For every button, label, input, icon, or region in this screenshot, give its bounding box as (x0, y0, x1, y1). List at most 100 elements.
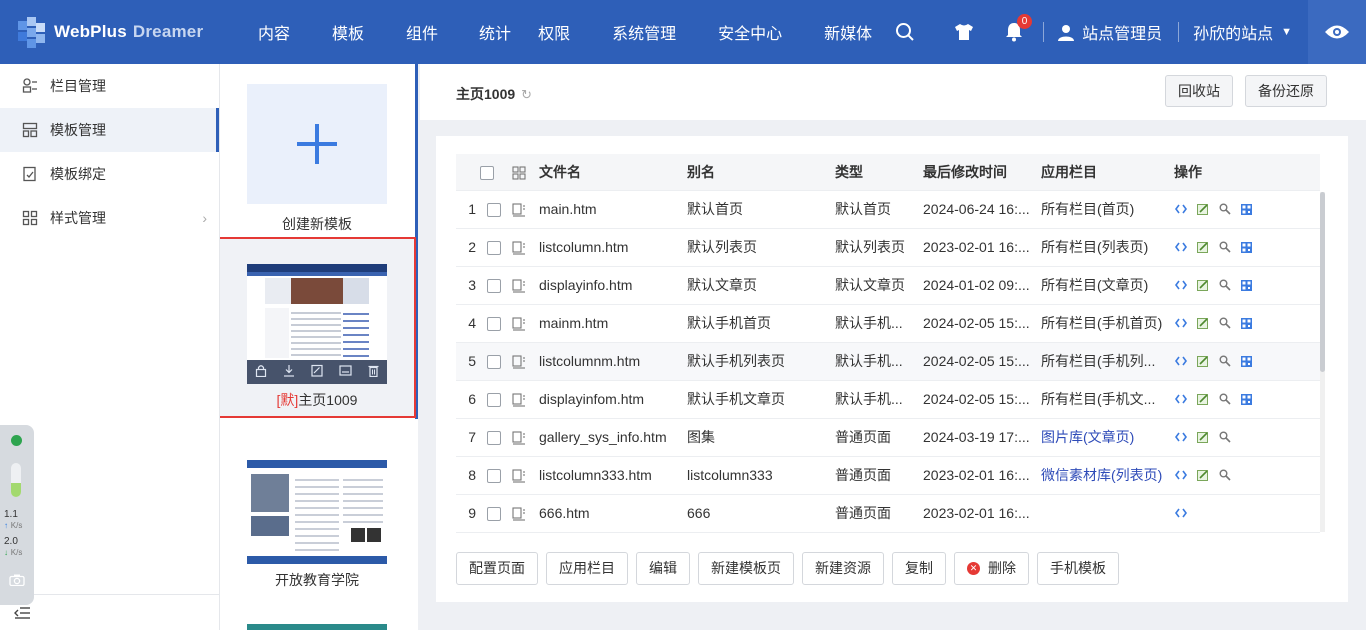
column-header-modified[interactable]: 最后修改时间 (923, 154, 1041, 191)
table-row[interactable]: 7 gallery_sys_info.htm 图集 普通页面 2024-03-19 17… (456, 418, 1320, 457)
edit-icon[interactable] (1196, 203, 1209, 216)
table-row[interactable]: 1 main.htm 默认首页 默认首页 2024-06-24 16:... 所有栏目(首… (456, 190, 1320, 229)
edit-icon[interactable] (1196, 317, 1209, 330)
cell-filename[interactable]: 666.htm (539, 494, 687, 533)
camera-icon[interactable] (9, 573, 25, 587)
code-icon[interactable] (1174, 317, 1187, 330)
table-row[interactable]: 2 listcolumn.htm 默认列表页 默认列表页 2023-02-01 16:.… (456, 228, 1320, 267)
search-icon[interactable] (1218, 279, 1231, 292)
cell-filename[interactable]: displayinfom.htm (539, 380, 687, 419)
row-checkbox[interactable] (487, 507, 501, 522)
nav-item-stats[interactable]: 统计 (479, 20, 511, 44)
cell-filename[interactable]: gallery_sys_info.htm (539, 418, 687, 457)
new-template-page-button[interactable]: 新建模板页 (698, 552, 794, 585)
delete-button[interactable]: ✕ 删除 (954, 552, 1029, 585)
qrcode-icon[interactable] (1240, 317, 1253, 330)
nav-item-security[interactable]: 安全中心 (718, 20, 782, 44)
column-header-type[interactable]: 类型 (835, 154, 923, 191)
recycle-bin-button[interactable]: 回收站 (1165, 75, 1233, 107)
edit-icon[interactable] (1196, 469, 1209, 482)
lock-icon[interactable] (255, 364, 267, 380)
table-row[interactable]: 5 listcolumnm.htm 默认手机列表页 默认手机... 2024-02-05… (456, 342, 1320, 381)
column-header-filename[interactable]: 文件名 (539, 154, 687, 191)
bell-icon[interactable]: 0 (1005, 14, 1033, 42)
search-icon[interactable] (1218, 431, 1231, 444)
select-all-checkbox[interactable] (480, 165, 494, 180)
user-icon[interactable] (1058, 24, 1075, 41)
configure-page-button[interactable]: 配置页面 (456, 552, 538, 585)
column-header-alias[interactable]: 别名 (687, 154, 835, 191)
search-icon[interactable] (1218, 469, 1231, 482)
search-icon[interactable] (1218, 203, 1231, 216)
preview-button[interactable] (1308, 0, 1366, 64)
cell-filename[interactable]: listcolumn333.htm (539, 456, 687, 495)
nav-item-template[interactable]: 模板 (332, 20, 364, 44)
table-row[interactable]: 4 mainm.htm 默认手机首页 默认手机... 2024-02-05 15:...… (456, 304, 1320, 343)
cell-filename[interactable]: mainm.htm (539, 304, 687, 343)
plus-icon[interactable] (247, 84, 387, 204)
table-row[interactable]: 9 666.htm 666 普通页面 2023-02-01 16:... (456, 494, 1320, 533)
row-checkbox[interactable] (487, 355, 501, 370)
cell-filename[interactable]: listcolumn.htm (539, 228, 687, 267)
template-card[interactable]: 开放教育学院 (247, 444, 387, 590)
network-widget[interactable]: 1.1 ↑ K/s 2.0 ↓ K/s (0, 425, 34, 605)
edit-icon[interactable] (1196, 393, 1209, 406)
cell-columns[interactable]: 图片库(文章页) (1041, 418, 1174, 457)
row-checkbox[interactable] (487, 279, 501, 294)
search-icon[interactable] (1218, 241, 1231, 254)
code-icon[interactable] (1174, 241, 1187, 254)
apply-columns-button[interactable]: 应用栏目 (546, 552, 628, 585)
refresh-icon[interactable]: ↻ (521, 87, 532, 103)
qrcode-icon[interactable] (1240, 393, 1253, 406)
code-icon[interactable] (1174, 355, 1187, 368)
edit-icon[interactable] (1196, 431, 1209, 444)
search-icon[interactable] (895, 22, 915, 42)
cell-filename[interactable]: listcolumnm.htm (539, 342, 687, 381)
caret-down-icon[interactable]: ▼ (1281, 26, 1292, 38)
row-checkbox[interactable] (487, 393, 501, 408)
edit-icon[interactable] (1196, 355, 1209, 368)
nav-item-system[interactable]: 系统管理 (612, 20, 676, 44)
row-checkbox[interactable] (487, 469, 501, 484)
column-header-columns[interactable]: 应用栏目 (1041, 154, 1174, 191)
qrcode-icon[interactable] (1240, 279, 1253, 292)
preview-icon[interactable] (339, 364, 352, 380)
sidebar-item-template[interactable]: 模板管理 (0, 108, 219, 152)
search-icon[interactable] (1218, 355, 1231, 368)
qrcode-icon[interactable] (1240, 203, 1253, 216)
qrcode-icon[interactable] (1240, 241, 1253, 254)
code-icon[interactable] (1174, 469, 1187, 482)
cell-filename[interactable]: main.htm (539, 190, 687, 229)
row-checkbox[interactable] (487, 317, 501, 332)
edit-icon[interactable] (1196, 279, 1209, 292)
nav-item-newmedia[interactable]: 新媒体 (824, 20, 872, 44)
table-row[interactable]: 6 displayinfom.htm 默认手机文章页 默认手机... 2024-02-0… (456, 380, 1320, 419)
nav-item-permission[interactable]: 权限 (538, 20, 570, 44)
code-icon[interactable] (1174, 507, 1187, 520)
table-row[interactable]: 8 listcolumn333.htm listcolumn333 普通页面 2023-… (456, 456, 1320, 495)
table-row[interactable]: 3 displayinfo.htm 默认文章页 默认文章页 2024-01-02 09:… (456, 266, 1320, 305)
copy-button[interactable]: 复制 (892, 552, 946, 585)
row-checkbox[interactable] (487, 241, 501, 256)
download-icon[interactable] (283, 364, 295, 380)
sidebar-item-column[interactable]: 栏目管理 (0, 64, 219, 108)
sidebar-item-style[interactable]: 样式管理 › (0, 196, 219, 240)
backup-restore-button[interactable]: 备份还原 (1245, 75, 1327, 107)
template-card-selected[interactable]: [默]主页1009 (247, 264, 387, 410)
row-checkbox[interactable] (487, 431, 501, 446)
code-icon[interactable] (1174, 203, 1187, 216)
sidebar-item-bind[interactable]: 模板绑定 (0, 152, 219, 196)
cell-filename[interactable]: displayinfo.htm (539, 266, 687, 305)
cell-columns[interactable]: 微信素材库(列表页) (1041, 456, 1174, 495)
search-icon[interactable] (1218, 393, 1231, 406)
mobile-template-button[interactable]: 手机模板 (1037, 552, 1119, 585)
nav-item-content[interactable]: 内容 (258, 20, 290, 44)
table-scrollbar[interactable] (1320, 192, 1325, 532)
row-checkbox[interactable] (487, 203, 501, 218)
code-icon[interactable] (1174, 393, 1187, 406)
create-template-card[interactable]: 创建新模板 (247, 84, 387, 234)
edit-icon[interactable] (311, 364, 323, 380)
site-selector[interactable]: 孙欣的站点 (1193, 20, 1273, 44)
code-icon[interactable] (1174, 279, 1187, 292)
edit-button[interactable]: 编辑 (636, 552, 690, 585)
